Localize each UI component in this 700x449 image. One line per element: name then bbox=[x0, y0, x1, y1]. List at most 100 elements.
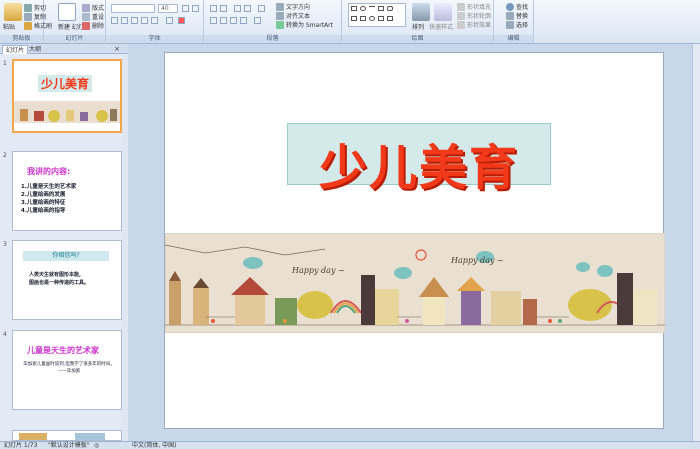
arrange-icon[interactable] bbox=[412, 3, 430, 21]
paste-icon[interactable] bbox=[4, 3, 22, 21]
outline-icon bbox=[457, 11, 465, 20]
align-left-icon[interactable] bbox=[210, 17, 217, 24]
columns-icon[interactable] bbox=[254, 17, 261, 24]
bold-icon[interactable] bbox=[111, 17, 118, 24]
align-right-icon[interactable] bbox=[230, 17, 237, 24]
tab-outline[interactable]: 大纲 bbox=[26, 45, 44, 54]
slide-number: 1 bbox=[3, 60, 7, 67]
thumb-title: 儿童是天生的艺术家 bbox=[27, 346, 99, 355]
font-color-icon[interactable] bbox=[178, 17, 185, 24]
fill-icon bbox=[457, 2, 465, 11]
italic-icon[interactable] bbox=[121, 17, 128, 24]
slide-thumbnail-2[interactable]: 我讲的内容: 1.儿童是天生的艺术家 2.儿童绘画的发展 3.儿童绘画的特征 4… bbox=[12, 151, 122, 231]
line-spacing-icon[interactable] bbox=[258, 5, 265, 12]
select-button[interactable]: 选择 bbox=[506, 20, 528, 29]
editing-group: 查找 替换 选择 编辑 bbox=[494, 0, 534, 44]
align-center-icon[interactable] bbox=[220, 17, 227, 24]
shapes-gallery[interactable] bbox=[348, 3, 406, 27]
shape-effects-button[interactable]: 形状效果 bbox=[457, 20, 491, 29]
panel-tabs: 幻灯片 大纲 × bbox=[0, 44, 128, 54]
drawing-group: 排列 快速样式 形状填充 形状轮廓 形状效果 绘图 bbox=[342, 0, 494, 44]
slide-number: 4 bbox=[3, 331, 7, 338]
slides-group: 新建 幻灯片 版式 重设 删除 幻灯片 bbox=[44, 0, 106, 44]
editor-scrollbar[interactable] bbox=[692, 44, 700, 441]
char-spacing-icon[interactable] bbox=[166, 17, 173, 24]
slide-thumbnail-4[interactable]: 儿童是天生的艺术家 毕加索儿童画时说到,但我学了很多年的时间。 ——毕加索 bbox=[12, 330, 122, 410]
scissors-icon bbox=[24, 3, 32, 12]
slide-number: 2 bbox=[3, 152, 7, 159]
slide-canvas[interactable]: 少儿美育 Happy day ~ Happy day ~ bbox=[164, 52, 665, 429]
delete-button[interactable]: 删除 bbox=[82, 21, 104, 30]
curve-shape-icon[interactable] bbox=[387, 16, 393, 21]
slide-thumbnail-1[interactable]: 少儿美育 bbox=[12, 59, 122, 133]
paste-button[interactable]: 粘贴 bbox=[3, 22, 15, 31]
tab-slides[interactable]: 幻灯片 bbox=[2, 45, 29, 54]
find-button[interactable]: 查找 bbox=[506, 2, 528, 11]
font-size-field[interactable]: 40 bbox=[158, 4, 178, 13]
text-direction-button[interactable]: 文字方向 bbox=[276, 2, 310, 11]
brace-shape-icon[interactable] bbox=[360, 16, 366, 21]
align-text-button[interactable]: 对齐文本 bbox=[276, 11, 310, 20]
rounded-rect-shape-icon[interactable] bbox=[387, 6, 393, 11]
strikethrough-icon[interactable] bbox=[141, 17, 148, 24]
triangle-shape-icon[interactable] bbox=[351, 16, 357, 21]
arrange-button[interactable]: 排列 bbox=[412, 22, 424, 31]
editing-label: 编辑 bbox=[494, 35, 533, 43]
spellcheck-icon[interactable]: ◎ bbox=[94, 442, 99, 449]
bullets-icon[interactable] bbox=[210, 5, 217, 12]
cursor-icon bbox=[506, 20, 514, 29]
grow-font-icon[interactable] bbox=[182, 5, 189, 12]
language-status: 中文(简体, 中国) bbox=[132, 442, 177, 449]
clipboard-group: 粘贴 剪切 复制 格式刷 剪贴板 bbox=[0, 0, 52, 44]
shape-outline-button[interactable]: 形状轮廓 bbox=[457, 11, 491, 20]
brush-icon bbox=[24, 21, 32, 30]
slide-number: 3 bbox=[3, 241, 7, 248]
thumb-body: 1.儿童是天生的艺术家 2.儿童绘画的发展 3.儿童绘画的特征 4.儿童绘画的指… bbox=[21, 184, 77, 214]
copy-icon bbox=[24, 12, 32, 21]
thumb-title: 少儿美育 bbox=[38, 75, 93, 92]
shape-fill-button[interactable]: 形状填充 bbox=[457, 2, 491, 11]
increase-indent-icon[interactable] bbox=[244, 5, 251, 12]
font-label: 字体 bbox=[106, 35, 203, 43]
new-slide-icon[interactable] bbox=[58, 3, 76, 21]
smartart-button[interactable]: 转换为 SmartArt bbox=[276, 20, 333, 29]
quick-styles-button[interactable]: 快速样式 bbox=[429, 22, 453, 31]
title-placeholder[interactable]: 少儿美育 bbox=[287, 123, 551, 196]
arrow-shape-icon[interactable] bbox=[378, 6, 384, 11]
slides-panel: 幻灯片 大纲 × 1 少儿美育 2 我讲的内容: 1.儿童是天生的艺术家 2.儿… bbox=[0, 44, 128, 441]
numbering-icon[interactable] bbox=[220, 5, 227, 12]
oval-shape-icon[interactable] bbox=[360, 6, 366, 11]
quick-styles-icon[interactable] bbox=[434, 3, 452, 21]
copy-button[interactable]: 复制 bbox=[24, 12, 46, 21]
drawing-label: 绘图 bbox=[342, 35, 493, 43]
slide-thumbnail-5[interactable] bbox=[12, 430, 122, 441]
decrease-indent-icon[interactable] bbox=[234, 5, 241, 12]
cut-button[interactable]: 剪切 bbox=[24, 3, 46, 12]
paragraph-group: 文字方向 对齐文本 转换为 SmartArt 段落 bbox=[204, 0, 342, 44]
underline-icon[interactable] bbox=[131, 17, 138, 24]
font-group: 40 字体 bbox=[106, 0, 204, 44]
reset-icon bbox=[82, 12, 90, 21]
layout-button[interactable]: 版式 bbox=[82, 3, 104, 12]
slide-thumbnail-3[interactable]: 你相信吗? 人类天生就有图形本能, 图画也是一种传递的工具。 bbox=[12, 240, 122, 320]
theme-name: "默认设计模板" bbox=[48, 442, 90, 449]
rectangle-shape-icon[interactable] bbox=[351, 6, 357, 11]
close-icon[interactable]: × bbox=[114, 45, 120, 53]
banner-text: Happy day ~ bbox=[450, 256, 504, 265]
slide-counter: 幻灯片 1/73 bbox=[4, 442, 38, 449]
star-shape-icon[interactable] bbox=[369, 16, 375, 21]
line-shape-icon[interactable] bbox=[369, 6, 375, 11]
font-name-field[interactable] bbox=[111, 4, 155, 13]
replace-button[interactable]: 替换 bbox=[506, 11, 528, 20]
banner-illustration: Happy day ~ Happy day ~ bbox=[165, 233, 665, 333]
thumb-title: 你相信吗? bbox=[23, 251, 109, 261]
ribbon: 粘贴 剪切 复制 格式刷 剪贴板 新建 幻灯片 版式 重设 删除 幻灯片 40 … bbox=[0, 0, 700, 44]
shrink-font-icon[interactable] bbox=[192, 5, 199, 12]
shadow-icon[interactable] bbox=[151, 17, 158, 24]
callout-shape-icon[interactable] bbox=[378, 16, 384, 21]
effects-icon bbox=[457, 20, 465, 29]
reset-button[interactable]: 重设 bbox=[82, 12, 104, 21]
justify-icon[interactable] bbox=[240, 17, 247, 24]
thumb-body: 人类天生就有图形本能, 图画也是一种传递的工具。 bbox=[29, 272, 90, 286]
paragraph-label: 段落 bbox=[204, 35, 341, 43]
